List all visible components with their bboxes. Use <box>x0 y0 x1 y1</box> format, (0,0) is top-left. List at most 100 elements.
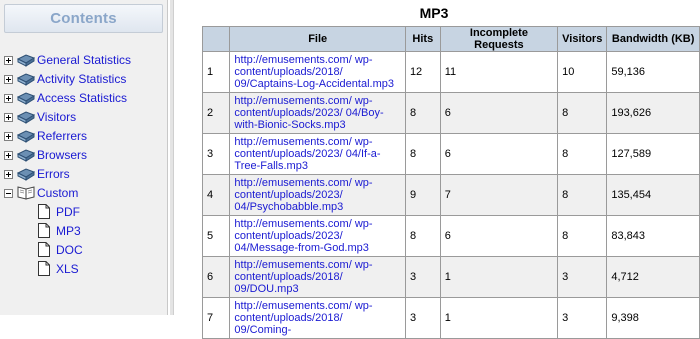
bandwidth-cell: 135,454 <box>606 174 700 216</box>
incomplete-cell: 6 <box>439 92 559 134</box>
hits-cell: 8 <box>404 133 441 175</box>
file-cell: http://emusements.com/ wp-content/upload… <box>229 256 406 298</box>
frame-divider[interactable] <box>170 0 174 315</box>
contents-title: Contents <box>50 10 117 27</box>
page-title: MP3 <box>419 5 449 21</box>
contents-sidebar: Contents General Statistics Activity Sta… <box>0 0 168 315</box>
hits-cell: 12 <box>404 51 441 93</box>
expand-icon[interactable] <box>4 94 13 103</box>
column-header-bandwidth: Bandwidth (KB) <box>606 26 700 52</box>
incomplete-cell: 11 <box>439 51 559 93</box>
file-link[interactable]: http://emusements.com/ wp-content/upload… <box>234 54 394 90</box>
book-icon <box>16 168 36 181</box>
expand-icon[interactable] <box>4 113 13 122</box>
tree-link[interactable]: Browsers <box>37 148 87 162</box>
book-icon <box>16 73 36 86</box>
tree-link[interactable]: General Statistics <box>37 53 131 67</box>
tree-link[interactable]: Custom <box>37 186 78 200</box>
file-link[interactable]: http://emusements.com/ wp-content/upload… <box>234 259 372 295</box>
table-row: 5 http://emusements.com/ wp-content/uplo… <box>201 215 700 257</box>
tree-child-link[interactable]: DOC <box>56 243 83 257</box>
book-icon <box>16 111 36 124</box>
table-row: 2 http://emusements.com/ wp-content/uplo… <box>201 92 700 134</box>
column-header-index <box>201 26 231 52</box>
visitors-cell: 10 <box>557 51 608 93</box>
expand-icon[interactable] <box>4 56 13 65</box>
document-icon <box>38 261 50 276</box>
file-cell: http://emusements.com/ wp-content/upload… <box>229 92 406 134</box>
file-link[interactable]: http://emusements.com/ wp-content/upload… <box>234 136 380 172</box>
visitors-cell: 8 <box>557 133 608 175</box>
file-link[interactable]: http://emusements.com/ wp-content/upload… <box>234 300 372 336</box>
column-header-file: File <box>229 26 406 52</box>
book-icon <box>16 92 36 105</box>
column-header-hits: Hits <box>404 26 441 52</box>
document-icon <box>38 242 50 257</box>
incomplete-cell: 1 <box>439 297 559 339</box>
bandwidth-cell: 127,589 <box>606 133 700 175</box>
expand-icon[interactable] <box>4 75 13 84</box>
tree-link[interactable]: Errors <box>37 167 70 181</box>
collapse-icon[interactable] <box>4 189 13 198</box>
book-icon <box>16 54 36 67</box>
document-icon <box>38 204 50 219</box>
tree-link[interactable]: Activity Statistics <box>37 72 126 86</box>
column-header-visitors: Visitors <box>557 26 608 52</box>
book-icon <box>16 149 36 162</box>
bandwidth-cell: 59,136 <box>606 51 700 93</box>
tree-child-link[interactable]: MP3 <box>56 224 81 238</box>
row-index: 5 <box>201 215 231 257</box>
row-index: 1 <box>201 51 231 93</box>
visitors-cell: 3 <box>557 256 608 298</box>
tree-link[interactable]: Visitors <box>37 110 76 124</box>
row-index: 3 <box>201 133 231 175</box>
visitors-cell: 3 <box>557 297 608 339</box>
file-cell: http://emusements.com/ wp-content/upload… <box>229 297 406 339</box>
incomplete-cell: 6 <box>439 215 559 257</box>
visitors-cell: 8 <box>557 215 608 257</box>
report-panel: MP3 File Hits Incomplete Requests Visito… <box>175 0 700 339</box>
file-link[interactable]: http://emusements.com/ wp-content/upload… <box>234 218 372 254</box>
hits-cell: 8 <box>404 215 441 257</box>
bandwidth-cell: 193,626 <box>606 92 700 134</box>
file-cell: http://emusements.com/ wp-content/upload… <box>229 51 406 93</box>
tree-child-link[interactable]: PDF <box>56 205 80 219</box>
tree-link[interactable]: Access Statistics <box>37 91 127 105</box>
hits-cell: 3 <box>404 256 441 298</box>
table-row: 6 http://emusements.com/ wp-content/uplo… <box>201 256 700 298</box>
incomplete-cell: 7 <box>439 174 559 216</box>
hits-cell: 9 <box>404 174 441 216</box>
hits-cell: 3 <box>404 297 441 339</box>
tree-child-link[interactable]: XLS <box>56 262 79 276</box>
file-link[interactable]: http://emusements.com/ wp-content/upload… <box>234 95 383 131</box>
table-row: 7 http://emusements.com/ wp-content/uplo… <box>201 297 700 339</box>
open-book-icon <box>17 186 35 200</box>
table-row: 1 http://emusements.com/ wp-content/uplo… <box>201 51 700 93</box>
file-cell: http://emusements.com/ wp-content/upload… <box>229 215 406 257</box>
incomplete-cell: 6 <box>439 133 559 175</box>
row-index: 4 <box>201 174 231 216</box>
contents-header: Contents <box>4 4 163 33</box>
row-index: 7 <box>201 297 231 339</box>
table-row: 4 http://emusements.com/ wp-content/uplo… <box>201 174 700 216</box>
bandwidth-cell: 4,712 <box>606 256 700 298</box>
file-cell: http://emusements.com/ wp-content/upload… <box>229 174 406 216</box>
visitors-cell: 8 <box>557 174 608 216</box>
bandwidth-cell: 9,398 <box>606 297 700 339</box>
expand-icon[interactable] <box>4 132 13 141</box>
expand-icon[interactable] <box>4 170 13 179</box>
table-row: 3 http://emusements.com/ wp-content/uplo… <box>201 133 700 175</box>
expand-icon[interactable] <box>4 151 13 160</box>
table-header-row: File Hits Incomplete Requests Visitors B… <box>201 26 700 52</box>
row-index: 6 <box>201 256 231 298</box>
document-icon <box>38 223 50 238</box>
file-cell: http://emusements.com/ wp-content/upload… <box>229 133 406 175</box>
incomplete-cell: 1 <box>439 256 559 298</box>
visitors-cell: 8 <box>557 92 608 134</box>
tree-link[interactable]: Referrers <box>37 129 87 143</box>
file-link[interactable]: http://emusements.com/ wp-content/upload… <box>234 177 372 213</box>
column-header-incomplete: Incomplete Requests <box>439 26 559 52</box>
book-icon <box>16 130 36 143</box>
mp3-table: File Hits Incomplete Requests Visitors B… <box>201 26 700 339</box>
row-index: 2 <box>201 92 231 134</box>
